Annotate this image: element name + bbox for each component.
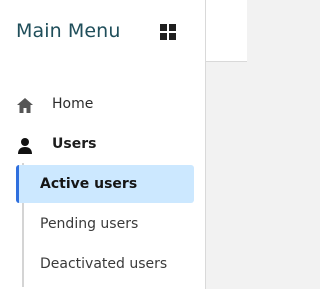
subitem-label: Pending users — [40, 216, 139, 232]
sidebar-title: Main Menu — [16, 20, 121, 42]
grid-icon[interactable] — [160, 24, 176, 40]
sidebar-item-home[interactable]: Home — [0, 89, 206, 121]
sidebar-item-label: Users — [52, 136, 97, 152]
app-window: Main Menu Home Users Active users Pendin… — [0, 0, 247, 289]
main-content-area — [206, 62, 247, 289]
subitem-label: Deactivated users — [40, 256, 168, 272]
user-icon — [18, 138, 32, 154]
sidebar-item-label: Home — [52, 96, 94, 112]
sidebar: Main Menu Home Users Active users Pendin… — [0, 0, 206, 289]
sidebar-item-users[interactable]: Users — [0, 129, 206, 161]
main-topbar — [206, 0, 247, 62]
subitem-pending-users[interactable]: Pending users — [16, 205, 194, 243]
subitem-active-users[interactable]: Active users — [16, 165, 194, 203]
subitem-deactivated-users[interactable]: Deactivated users — [16, 245, 194, 283]
subitem-label: Active users — [40, 176, 138, 192]
home-icon — [17, 98, 33, 113]
